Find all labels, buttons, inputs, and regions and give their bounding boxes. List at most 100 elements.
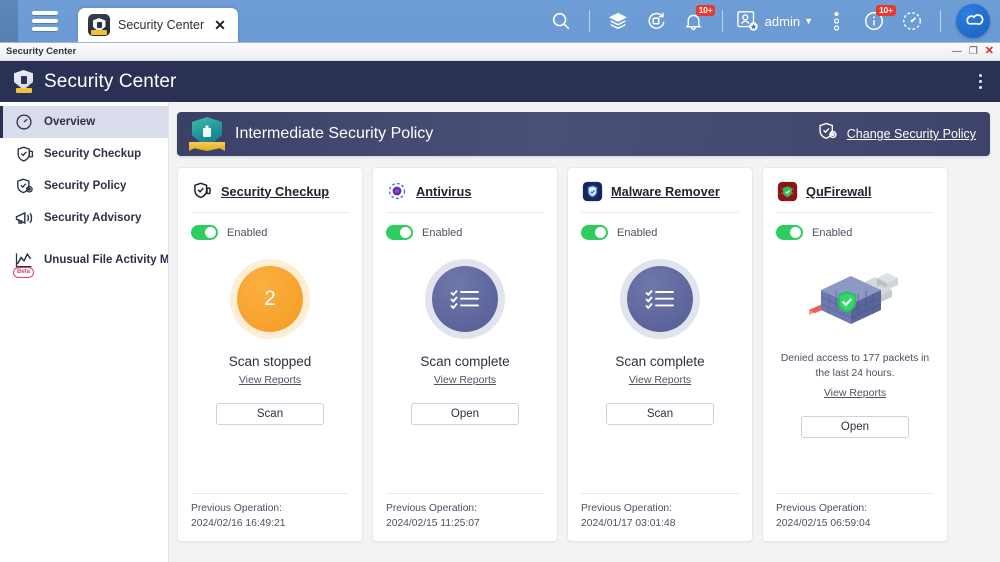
chevron-down-icon: ▼ (804, 16, 813, 26)
previous-operation-label: Previous Operation: (191, 503, 349, 514)
previous-operation-label: Previous Operation: (776, 503, 934, 514)
card-header: QuFirewall (776, 180, 934, 202)
checklist-icon (645, 287, 675, 311)
window-titlebar: Security Center — ❐ ✕ (0, 43, 1000, 61)
card-toggle-row: Enabled (386, 225, 544, 240)
bell-notification-icon[interactable]: 10+ (675, 0, 713, 42)
card-footer: Previous Operation: 2024/02/15 06:59:04 (776, 493, 934, 541)
card-malware-remover: Malware Remover Enabled (567, 167, 753, 542)
sidebar-item-security-policy[interactable]: Security Policy (0, 170, 168, 202)
toolbar-divider (722, 10, 723, 32)
firewall-illustration-icon (807, 266, 903, 338)
previous-operation-timestamp: 2024/02/16 16:49:21 (191, 518, 349, 529)
open-button[interactable]: Open (801, 416, 909, 438)
dashboard-gauge-icon[interactable] (893, 0, 931, 42)
card-security-checkup: Security Checkup Enabled 2 Scan stopped … (177, 167, 363, 542)
close-button[interactable]: ✕ (985, 46, 994, 57)
enable-toggle[interactable] (386, 225, 413, 240)
card-title[interactable]: Security Checkup (221, 184, 329, 199)
divider (191, 493, 349, 494)
taskbar-left-edge (0, 0, 18, 42)
card-toggle-row: Enabled (581, 225, 739, 240)
card-header: Antivirus (386, 180, 544, 202)
shield-check-icon (13, 143, 35, 165)
sidebar-item-label: Security Policy (44, 180, 126, 192)
sidebar-item-overview[interactable]: Overview (0, 106, 168, 138)
card-header: Malware Remover (581, 180, 739, 202)
more-vertical-icon[interactable] (975, 70, 986, 93)
divider (581, 493, 739, 494)
enable-toggle[interactable] (581, 225, 608, 240)
qufirewall-icon (776, 180, 798, 202)
shield-check-icon (191, 180, 213, 202)
card-title[interactable]: Malware Remover (611, 184, 720, 199)
card-status-area: Scan complete View Reports Open (386, 240, 544, 493)
card-status-area: 2 Scan stopped View Reports Scan (191, 240, 349, 493)
sync-refresh-icon[interactable] (637, 0, 675, 42)
open-button[interactable]: Open (411, 403, 519, 425)
sidebar-item-unusual-file-activity-monitor[interactable]: Unusual File Activity Mo... Beta (0, 244, 168, 276)
view-reports-link[interactable]: View Reports (239, 374, 301, 386)
policy-banner: Intermediate Security Policy Change Secu… (177, 112, 990, 156)
card-title[interactable]: QuFirewall (806, 184, 871, 199)
notification-badge: 10+ (696, 5, 716, 16)
info-icon[interactable]: 10+ (855, 0, 893, 42)
award-shield-lock-icon (189, 117, 225, 151)
toolbar-divider (940, 10, 941, 32)
firewall-status-text: Denied access to 177 packets in the last… (776, 352, 934, 382)
sidebar-item-security-advisory[interactable]: Security Advisory (0, 202, 168, 234)
sidebar-spacer (0, 234, 168, 244)
sidebar-item-security-checkup[interactable]: Security Checkup (0, 138, 168, 170)
taskbar-right-tools: 10+ admin ▼ 10+ (542, 0, 1000, 42)
security-center-window: Security Center — ❐ ✕ Security Center (0, 42, 1000, 562)
minimize-button[interactable]: — (952, 47, 962, 57)
divider (776, 212, 934, 213)
sidebar-item-label: Overview (44, 116, 95, 128)
change-security-policy-button[interactable]: Change Security Policy (817, 121, 976, 147)
card-title[interactable]: Antivirus (416, 184, 471, 199)
megaphone-icon (13, 207, 35, 229)
user-name: admin (765, 14, 800, 29)
status-text: Scan complete (615, 354, 704, 369)
previous-operation-timestamp: 2024/02/15 11:25:07 (386, 518, 544, 529)
hamburger-menu-icon[interactable] (18, 0, 72, 42)
view-reports-link[interactable]: View Reports (629, 374, 691, 386)
card-toggle-row: Enabled (776, 225, 934, 240)
status-badge: Beta (13, 267, 34, 278)
cloud-link-icon[interactable] (956, 4, 990, 38)
enable-toggle[interactable] (776, 225, 803, 240)
desktop-taskbar: Security Center ✕ 1 (0, 0, 1000, 42)
view-reports-link[interactable]: View Reports (824, 387, 886, 399)
close-icon[interactable]: ✕ (212, 18, 228, 32)
scan-button[interactable]: Scan (216, 403, 324, 425)
enable-toggle[interactable] (191, 225, 218, 240)
page-title: Security Center (44, 71, 176, 93)
card-header: Security Checkup (191, 180, 349, 202)
user-menu[interactable]: admin ▼ (732, 0, 817, 42)
divider (386, 493, 544, 494)
divider (776, 493, 934, 494)
shield-gear-icon (817, 121, 838, 147)
more-vertical-icon[interactable] (817, 0, 855, 42)
toolbar-divider (589, 10, 590, 32)
previous-operation-timestamp: 2024/02/15 06:59:04 (776, 518, 934, 529)
change-security-policy-label: Change Security Policy (847, 127, 976, 141)
divider (191, 212, 349, 213)
checklist-icon (450, 287, 480, 311)
policy-banner-title: Intermediate Security Policy (235, 125, 433, 143)
window-controls: — ❐ ✕ (952, 46, 994, 57)
card-footer: Previous Operation: 2024/02/15 11:25:07 (386, 493, 544, 541)
app-header: Security Center (0, 61, 1000, 102)
search-icon[interactable] (542, 0, 580, 42)
status-text: Scan complete (420, 354, 509, 369)
status-badge: 2 (237, 266, 303, 332)
taskbar-app-tab[interactable]: Security Center ✕ (78, 8, 238, 42)
view-reports-link[interactable]: View Reports (434, 374, 496, 386)
maximize-button[interactable]: ❐ (969, 47, 978, 57)
status-badge (627, 266, 693, 332)
user-avatar-icon (736, 10, 760, 32)
card-status-area: Scan complete View Reports Scan (581, 240, 739, 493)
scan-button[interactable]: Scan (606, 403, 714, 425)
storage-snapshot-icon[interactable] (599, 0, 637, 42)
sidebar-item-label: Unusual File Activity Mo... (44, 254, 168, 266)
